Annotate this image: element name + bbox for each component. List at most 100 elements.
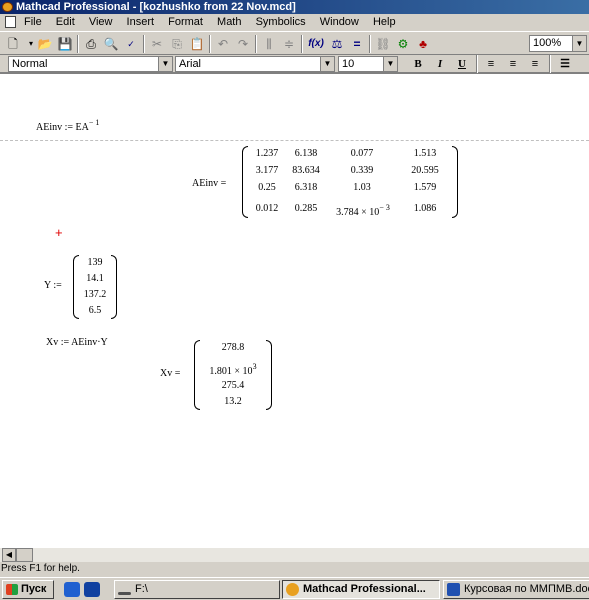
menu-edit[interactable]: Edit <box>56 14 75 30</box>
menu-window[interactable]: Window <box>320 14 359 30</box>
menu-view[interactable]: View <box>89 14 113 30</box>
calculate-icon[interactable]: = <box>348 36 366 52</box>
undo-icon[interactable]: ↶ <box>214 36 232 52</box>
inverse-exponent: − 1 <box>88 118 100 127</box>
aeinv-matrix[interactable]: 1.237 6.138 0.077 1.513 3.177 83.634 0.3… <box>242 146 458 218</box>
print-preview-icon[interactable]: 🔍 <box>102 36 120 52</box>
windows-logo-icon <box>6 584 18 595</box>
word-document-icon <box>447 583 460 596</box>
folder-icon <box>118 592 131 595</box>
y-vector[interactable]: 139 14.1 137.2 6.5 <box>73 255 117 319</box>
define-operator: := <box>64 122 74 133</box>
matrix-cell: 0.339 <box>350 165 374 176</box>
redo-icon[interactable]: ↷ <box>234 36 252 52</box>
run-mathconnex-icon[interactable]: ♣ <box>414 36 432 52</box>
underline-button[interactable]: U <box>453 56 471 72</box>
align-center-icon[interactable]: ≡ <box>504 56 522 72</box>
status-text: Press F1 for help. <box>1 563 80 574</box>
window-title: Mathcad Professional - [kozhushko from 2… <box>16 1 296 13</box>
vector-cell: 278.8 <box>221 342 245 353</box>
open-icon[interactable]: 📂 <box>36 36 54 52</box>
matrix-cell: 1.086 <box>413 203 437 214</box>
bold-button[interactable]: B <box>409 56 427 72</box>
zoom-value: 100% <box>533 37 562 49</box>
copy-icon[interactable]: ⎘ <box>168 36 186 52</box>
align-down-icon[interactable]: ≑ <box>280 36 298 52</box>
zoom-select[interactable]: 100% ▼ <box>529 35 587 52</box>
standard-toolbar: 🗋 ▾ 📂 💾 ⎙ 🔍 ✓ ✂ ⎘ 📋 ↶ ↷ ⫼ ≑ f(x) ⚖ = ⛓ ⚙… <box>0 31 589 55</box>
matrix-cell: 0.012 <box>255 203 279 214</box>
align-right-icon[interactable]: ≡ <box>526 56 544 72</box>
menu-bar: File Edit View Insert Format Math Symbol… <box>0 14 589 30</box>
paste-icon[interactable]: 📋 <box>188 36 206 52</box>
start-button[interactable]: Пуск <box>2 580 54 599</box>
scroll-thumb[interactable] <box>16 548 33 562</box>
menu-symbolics[interactable]: Symbolics <box>256 14 306 30</box>
chevron-down-icon[interactable]: ▼ <box>158 57 172 71</box>
taskbar-item-label: F:\ <box>135 583 148 595</box>
xv-result-label[interactable]: Xv = <box>160 368 180 379</box>
vector-cell: 139 <box>87 257 103 268</box>
formatting-toolbar: Normal ▼ Arial ▼ 10 ▼ B I U ≡ ≡ ≡ ☰ <box>0 55 589 73</box>
matrix-cell: 0.285 <box>294 203 318 214</box>
bullets-icon[interactable]: ☰ <box>556 56 574 72</box>
vector-cell: 14.1 <box>86 273 104 284</box>
aeinv-result-label[interactable]: AEinv = <box>192 178 226 189</box>
italic-button[interactable]: I <box>431 56 449 72</box>
matrix-cell: 83.634 <box>292 165 320 176</box>
status-bar: Press F1 for help. <box>0 562 589 576</box>
y-definition-label[interactable]: Y := <box>44 280 62 291</box>
align-across-icon[interactable]: ⫼ <box>260 36 278 52</box>
xv-definition[interactable]: Xv := AEinv·Y <box>46 337 108 348</box>
menu-insert[interactable]: Insert <box>127 14 155 30</box>
chevron-down-icon[interactable]: ▼ <box>572 36 586 51</box>
insert-hyperlink-icon[interactable]: ⛓ <box>374 36 392 52</box>
horizontal-scrollbar[interactable]: ◀ <box>0 548 589 562</box>
crosshair-cursor[interactable]: + <box>55 226 63 239</box>
mathcad-icon <box>286 583 299 596</box>
matrix-right-bracket <box>452 146 458 218</box>
taskbar-item-folder[interactable]: F:\ <box>114 580 280 599</box>
toolbar-separator <box>301 35 303 53</box>
spell-check-icon[interactable]: ✓ <box>122 36 140 52</box>
save-icon[interactable]: 💾 <box>56 36 74 52</box>
show-desktop-icon[interactable] <box>84 582 100 597</box>
font-size-select[interactable]: 10 ▼ <box>338 56 398 72</box>
worksheet[interactable]: AEinv := EA− 1 AEinv = 1.237 6.138 0.077… <box>0 73 589 548</box>
matrix-cell: 6.138 <box>294 148 318 159</box>
mathcad-app-icon[interactable] <box>2 2 13 12</box>
menu-file[interactable]: File <box>24 14 42 30</box>
menu-format[interactable]: Format <box>168 14 203 30</box>
scroll-left-icon[interactable]: ◀ <box>2 548 16 562</box>
chevron-down-icon[interactable]: ▼ <box>320 57 334 71</box>
font-size-value: 10 <box>342 58 355 70</box>
insert-unit-icon[interactable]: ⚖ <box>328 36 346 52</box>
internet-explorer-icon[interactable] <box>64 582 80 597</box>
font-select[interactable]: Arial ▼ <box>175 56 335 72</box>
font-value: Arial <box>179 58 202 70</box>
cut-icon[interactable]: ✂ <box>148 36 166 52</box>
matrix-cell: 3.784 × 10− 3 <box>328 203 398 218</box>
chevron-down-icon[interactable]: ▼ <box>383 57 397 71</box>
vector-cell: 13.2 <box>224 396 242 407</box>
matrix-cell: 1.03 <box>353 182 371 193</box>
xv-vector[interactable]: 278.8 1.801 × 103 275.4 13.2 <box>194 340 272 410</box>
insert-function-icon[interactable]: f(x) <box>307 36 325 52</box>
document-icon[interactable] <box>5 16 16 28</box>
menu-help[interactable]: Help <box>373 14 396 30</box>
style-value: Normal <box>12 58 48 70</box>
matrix-cell: 1.579 <box>413 182 437 193</box>
matrix-left-bracket <box>242 146 248 218</box>
taskbar-item-word[interactable]: Курсовая по ММПМВ.doc <box>443 580 589 599</box>
insert-component-icon[interactable]: ⚙ <box>394 36 412 52</box>
new-document-icon[interactable]: 🗋 <box>4 36 22 52</box>
sci-mantissa: 3.784 × 10 <box>336 207 380 218</box>
print-icon[interactable]: ⎙ <box>82 36 100 52</box>
taskbar-item-mathcad[interactable]: Mathcad Professional... <box>282 580 440 599</box>
align-left-icon[interactable]: ≡ <box>482 56 500 72</box>
toolbar-separator <box>369 35 371 53</box>
style-select[interactable]: Normal ▼ <box>8 56 173 72</box>
aeinv-definition[interactable]: AEinv := EA− 1 <box>36 118 99 133</box>
menu-math[interactable]: Math <box>217 14 241 30</box>
matrix-cell: 1.237 <box>255 148 279 159</box>
